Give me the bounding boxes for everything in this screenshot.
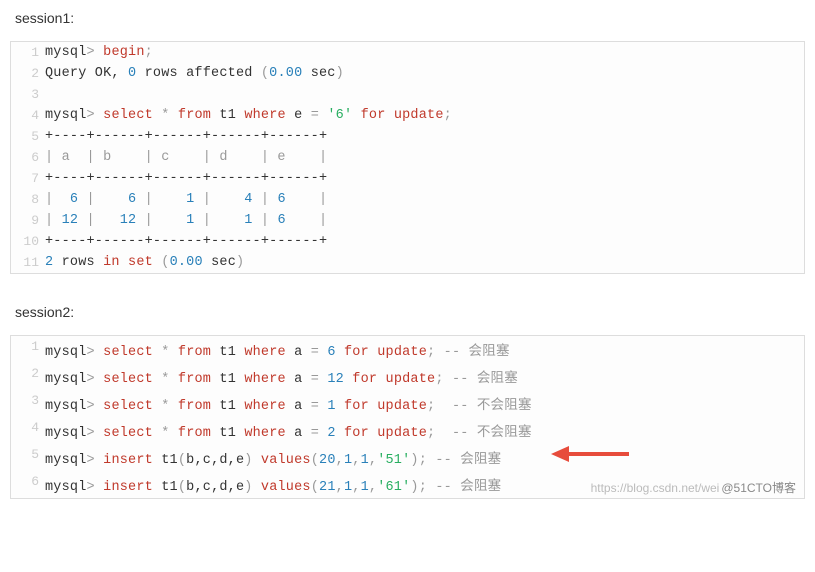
line-number: 1	[11, 336, 45, 363]
code-line: mysql> select * from t1 where a = 6 for …	[45, 336, 804, 363]
code-line: | 6 | 6 | 1 | 4 | 6 |	[45, 189, 804, 210]
code-line: mysql> begin;	[45, 42, 804, 63]
code-line: mysql> insert t1(b,c,d,e) values(21,1,1,…	[45, 471, 804, 498]
code-table: 1mysql> begin; 2Query OK, 0 rows affecte…	[11, 42, 804, 273]
line-number: 3	[11, 390, 45, 417]
code-line: | a | b | c | d | e |	[45, 147, 804, 168]
code-line: +----+------+------+------+------+	[45, 231, 804, 252]
code-line	[45, 84, 804, 105]
code-line: mysql> insert t1(b,c,d,e) values(20,1,1,…	[45, 444, 804, 471]
code-line: mysql> select * from t1 where a = 2 for …	[45, 417, 804, 444]
line-number: 3	[11, 84, 45, 105]
line-number: 2	[11, 63, 45, 84]
line-number: 4	[11, 105, 45, 126]
line-number: 2	[11, 363, 45, 390]
code-line: Query OK, 0 rows affected (0.00 sec)	[45, 63, 804, 84]
line-number: 4	[11, 417, 45, 444]
line-number: 11	[11, 252, 45, 273]
line-number: 10	[11, 231, 45, 252]
line-number: 1	[11, 42, 45, 63]
line-number: 6	[11, 471, 45, 498]
line-number: 5	[11, 444, 45, 471]
line-number: 6	[11, 147, 45, 168]
code-line: mysql> select * from t1 where a = 1 for …	[45, 390, 804, 417]
code-block-session2: 1mysql> select * from t1 where a = 6 for…	[10, 335, 805, 499]
code-line: | 12 | 12 | 1 | 1 | 6 |	[45, 210, 804, 231]
code-table: 1mysql> select * from t1 where a = 6 for…	[11, 336, 804, 498]
line-number: 5	[11, 126, 45, 147]
session2-label: session2:	[15, 304, 805, 320]
code-line: +----+------+------+------+------+	[45, 168, 804, 189]
session1-label: session1:	[15, 10, 805, 26]
line-number: 8	[11, 189, 45, 210]
line-number: 7	[11, 168, 45, 189]
line-number: 9	[11, 210, 45, 231]
code-line: mysql> select * from t1 where a = 12 for…	[45, 363, 804, 390]
code-line: 2 rows in set (0.00 sec)	[45, 252, 804, 273]
code-block-session1: 1mysql> begin; 2Query OK, 0 rows affecte…	[10, 41, 805, 274]
arrow-annotation-icon	[551, 442, 631, 466]
code-line: mysql> select * from t1 where e = '6' fo…	[45, 105, 804, 126]
code-line: +----+------+------+------+------+	[45, 126, 804, 147]
